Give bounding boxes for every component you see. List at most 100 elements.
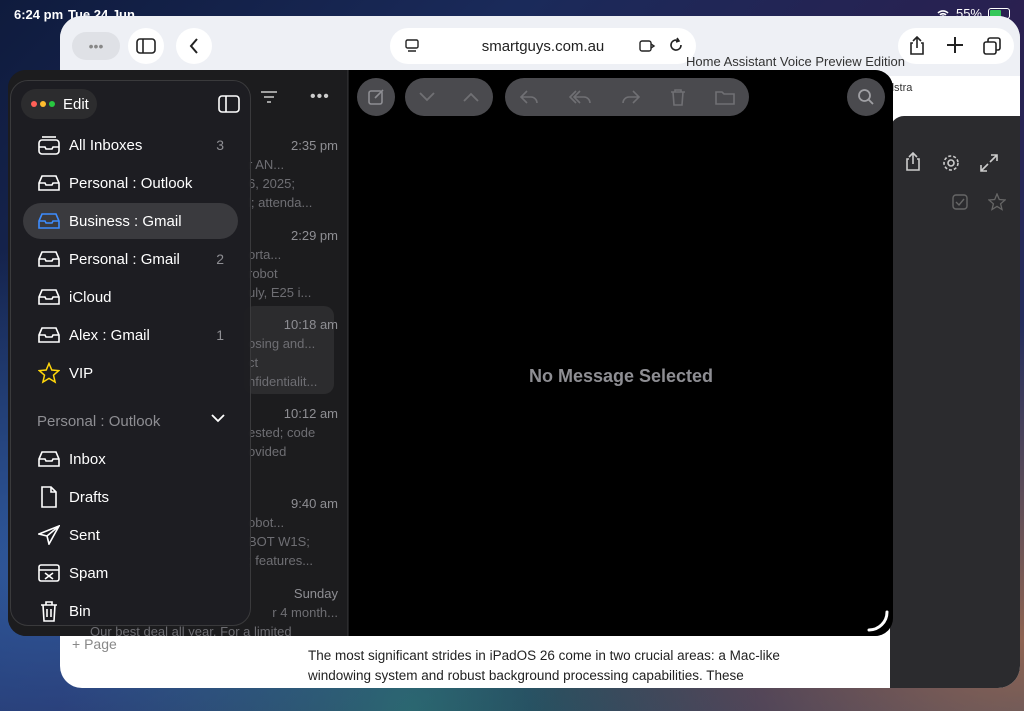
sidebar-item-icloud[interactable]: iCloud <box>23 279 238 315</box>
new-tab-icon[interactable] <box>946 36 964 54</box>
message-preview: nfidentialit... <box>248 374 318 389</box>
message-preview: ested; code <box>248 425 316 440</box>
sidebar-toggle-button[interactable] <box>128 28 164 64</box>
message-preview: 6, 2025; <box>248 176 295 191</box>
sidebar-item-drafts[interactable]: Drafts <box>23 479 238 515</box>
share-icon[interactable] <box>904 152 922 172</box>
bg-article-title: Home Assistant Voice Preview Edition <box>686 54 905 69</box>
message-preview: robot <box>248 266 278 281</box>
checkbox-icon[interactable] <box>952 194 968 210</box>
window-dots-button[interactable]: ••• <box>72 32 120 60</box>
back-button[interactable] <box>176 28 212 64</box>
sidebar-item-personal-outlook[interactable]: Personal : Outlook <box>23 165 238 201</box>
sidebar-item-all-inboxes[interactable]: All Inboxes 3 <box>23 127 238 163</box>
trash-icon[interactable] <box>670 88 686 106</box>
search-button[interactable] <box>847 78 885 116</box>
message-time: 2:35 pm <box>291 138 338 153</box>
address-bar[interactable]: smartguys.com.au <box>390 28 696 64</box>
message-subject: obot... <box>248 515 285 530</box>
message-time: 10:12 am <box>283 406 338 421</box>
message-detail: No Message Selected <box>349 70 893 636</box>
inbox-icon <box>37 323 61 347</box>
nav-arrows-group <box>405 78 493 116</box>
sidebar-item-sent[interactable]: Sent <box>23 517 238 553</box>
star-icon <box>37 361 61 385</box>
message-time: 10:18 am <box>283 317 338 332</box>
message-subject: orta... <box>248 247 282 262</box>
section-header-personal-outlook[interactable]: Personal : Outlook <box>37 413 237 430</box>
message-preview: ct <box>248 355 259 370</box>
article-text: The most significant strides in iPadOS 2… <box>308 648 780 683</box>
sidebar-item-bin[interactable]: Bin <box>23 593 238 625</box>
sidebar-icon <box>136 38 156 54</box>
reply-all-icon[interactable] <box>568 89 592 105</box>
sidebar-item-label: Personal : Gmail <box>69 250 180 268</box>
url-text: smartguys.com.au <box>481 37 605 55</box>
reload-icon[interactable] <box>668 37 684 53</box>
safari-side-panel <box>890 116 1020 688</box>
sidebar-item-spam[interactable]: Spam <box>23 555 238 591</box>
sidebar-item-inbox[interactable]: Inbox <box>23 441 238 477</box>
message-preview: BOT W1S; <box>248 534 310 549</box>
more-icon[interactable]: ••• <box>310 88 330 106</box>
sidebar-item-label: Spam <box>69 564 109 582</box>
window-controls-icon[interactable] <box>31 101 55 107</box>
sidebar-item-vip[interactable]: VIP <box>23 355 238 391</box>
tabs-overview-icon[interactable] <box>982 36 1002 56</box>
message-preview: uly, E25 i... <box>248 285 312 300</box>
reply-icon[interactable] <box>519 89 539 105</box>
message-row[interactable]: 2:35 pm r AN... 6, 2025; l; attenda... <box>248 136 338 212</box>
paperplane-icon <box>37 523 61 547</box>
trash-icon <box>37 599 61 623</box>
chevron-left-icon <box>189 38 198 54</box>
message-subject: osing and... <box>248 336 316 351</box>
sidebar-item-label: All Inboxes <box>69 136 143 154</box>
message-time: 9:40 am <box>291 496 338 511</box>
message-row[interactable]: 10:12 am ested; code ovided <box>248 404 338 461</box>
chevron-up-icon[interactable] <box>463 92 479 102</box>
search-icon <box>858 89 874 105</box>
gear-icon[interactable] <box>942 154 960 172</box>
message-preview: ; features... <box>248 553 314 568</box>
mailbox-sidebar: Edit All Inboxes 3 Personal : Outlook Bu… <box>10 80 251 626</box>
edit-button[interactable]: Edit <box>21 89 97 119</box>
page-menu-icon[interactable] <box>404 38 420 54</box>
star-icon[interactable] <box>988 193 1006 211</box>
inbox-icon <box>37 247 61 271</box>
message-row[interactable]: 2:29 pm orta... robot uly, E25 i... <box>248 226 338 302</box>
sidebar-item-label: Sent <box>69 526 100 544</box>
chevron-down-icon[interactable] <box>211 413 225 423</box>
message-actions-group <box>505 78 749 116</box>
share-icon[interactable] <box>908 36 926 56</box>
unread-count: 1 <box>216 327 224 343</box>
expand-icon[interactable] <box>980 154 998 172</box>
compose-button[interactable] <box>357 78 395 116</box>
inbox-icon <box>37 209 61 233</box>
safari-actions-group <box>898 28 1014 64</box>
reader-icon[interactable] <box>638 38 656 54</box>
inbox-icon <box>37 285 61 309</box>
message-row[interactable]: 10:18 am osing and... ct nfidentialit... <box>248 315 338 391</box>
message-preview: l; attenda... <box>248 195 313 210</box>
chevron-down-icon[interactable] <box>419 92 435 102</box>
filter-icon[interactable] <box>260 90 278 104</box>
resize-handle-icon[interactable] <box>867 610 889 632</box>
status-time: 6:24 pm <box>14 7 64 22</box>
page-tag[interactable]: + Page <box>72 636 117 652</box>
all-inboxes-icon <box>37 133 61 157</box>
sidebar-item-alex-gmail[interactable]: Alex : Gmail 1 <box>23 317 238 353</box>
sidebar-item-label: Business : Gmail <box>69 212 182 230</box>
sidebar-item-label: VIP <box>69 364 94 382</box>
junk-icon <box>37 561 61 585</box>
message-preview: ovided <box>248 444 287 459</box>
sidebar-item-label: Personal : Outlook <box>69 174 193 192</box>
sidebar-item-label: Alex : Gmail <box>69 326 150 344</box>
sidebar-icon[interactable] <box>218 95 240 113</box>
forward-icon[interactable] <box>621 89 641 105</box>
unread-count: 3 <box>216 137 224 153</box>
message-row[interactable]: 9:40 am obot... BOT W1S; ; features... <box>248 494 338 570</box>
sidebar-item-business-gmail[interactable]: Business : Gmail <box>23 203 238 239</box>
sidebar-item-personal-gmail[interactable]: Personal : Gmail 2 <box>23 241 238 277</box>
inbox-icon <box>37 171 61 195</box>
folder-icon[interactable] <box>714 89 735 105</box>
